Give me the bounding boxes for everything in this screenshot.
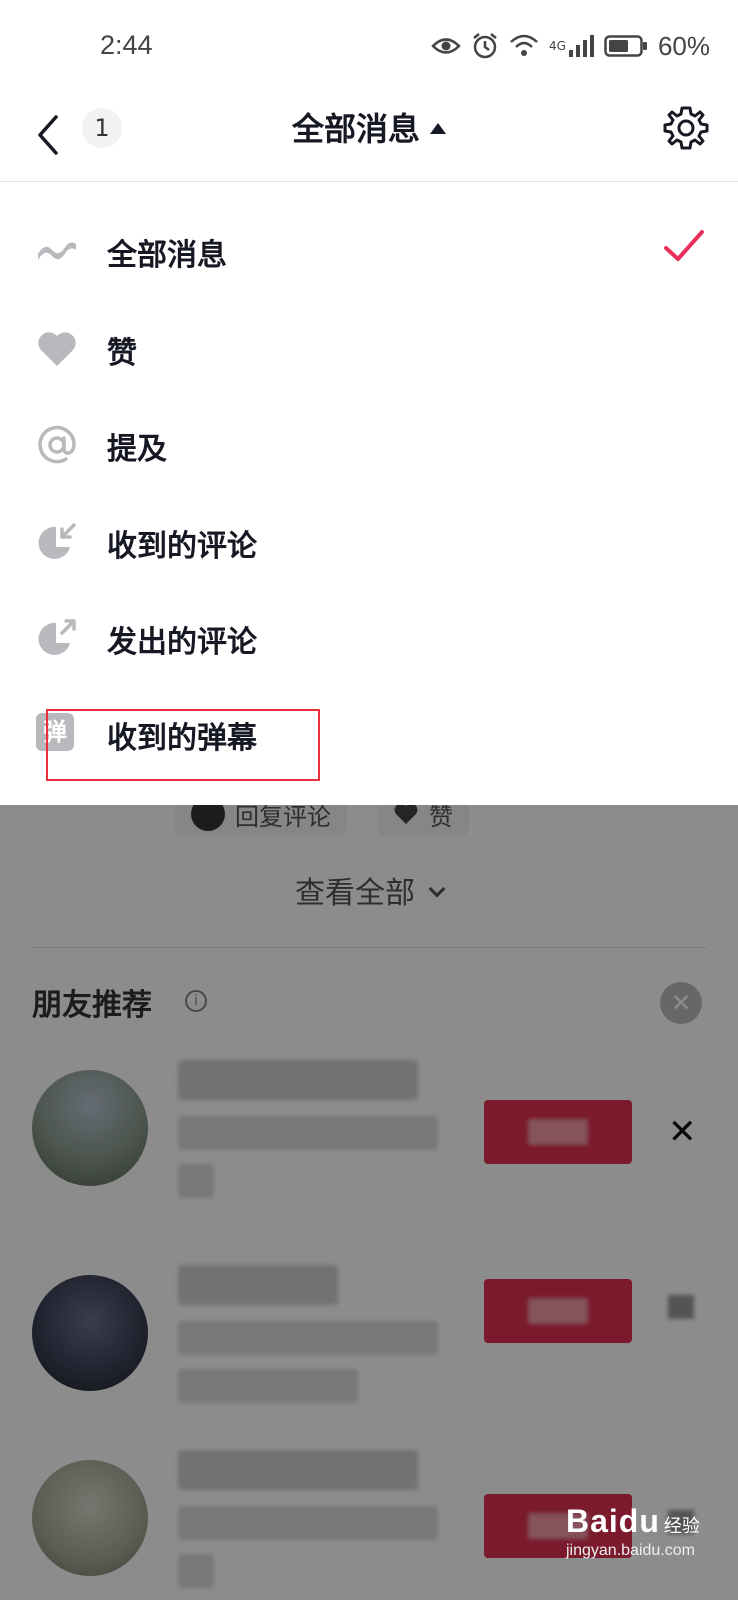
all-messages-icon (38, 242, 76, 260)
menu-item-mentions[interactable]: 提及 (0, 396, 738, 494)
network-type-label: 4G (549, 39, 566, 53)
highlight-box (46, 709, 320, 781)
menu-item-label: 发出的评论 (107, 625, 257, 660)
heart-icon (38, 332, 76, 366)
alarm-icon (473, 33, 497, 59)
watermark-sub: 经验 (663, 1516, 700, 1536)
checkmark-icon (664, 230, 704, 261)
header-bar: 1 全部消息 (0, 90, 738, 182)
wifi-icon (510, 34, 538, 56)
menu-item-likes[interactable]: 赞 (0, 300, 738, 398)
received-comment-icon (38, 523, 76, 559)
status-time: 2:44 (100, 30, 153, 60)
menu-item-label: 全部消息 (107, 238, 227, 273)
battery-percentage: 60% (657, 30, 710, 61)
menu-item-label: 赞 (107, 336, 137, 371)
signal-icon (568, 35, 594, 57)
menu-item-label: 收到的评论 (107, 529, 257, 564)
title-dropdown[interactable]: 全部消息 (0, 104, 738, 150)
gear-icon (663, 106, 709, 150)
watermark: Baidu 经验 jingyan.baidu.com (566, 1503, 700, 1560)
status-bar: 2:44 4G 60% (0, 0, 738, 90)
sent-comment-icon (38, 619, 76, 655)
watermark-url: jingyan.baidu.com (566, 1542, 695, 1559)
battery-icon (604, 35, 647, 57)
settings-button[interactable] (662, 104, 710, 152)
watermark-brand: Baidu (566, 1503, 660, 1539)
menu-item-received-comments[interactable]: 收到的评论 (0, 493, 738, 591)
at-icon (38, 425, 76, 464)
dim-overlay[interactable] (0, 805, 738, 1600)
caret-up-icon (430, 123, 446, 134)
menu-item-all-messages[interactable]: 全部消息 (0, 202, 738, 300)
status-icons: 4G 60% (431, 30, 710, 62)
eye-icon (431, 38, 461, 54)
page-title: 全部消息 (291, 110, 420, 148)
menu-item-sent-comments[interactable]: 发出的评论 (0, 589, 738, 687)
menu-item-label: 提及 (107, 432, 167, 467)
